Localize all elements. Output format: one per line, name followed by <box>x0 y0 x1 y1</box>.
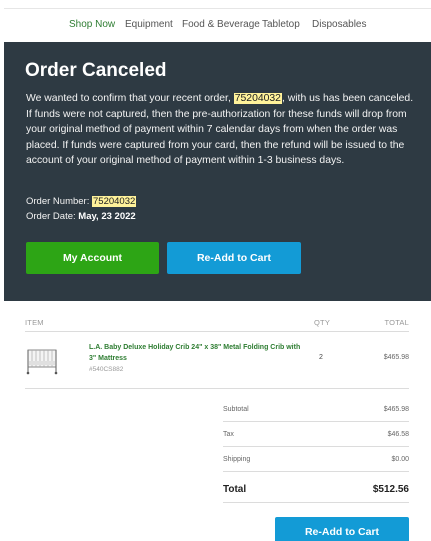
total-column-header: TOTAL <box>384 318 409 327</box>
order-number-value: 75204032 <box>92 196 137 207</box>
product-name-link[interactable]: L.A. Baby Deluxe Holiday Crib 24" x 38" … <box>89 343 307 364</box>
nav-food-beverage[interactable]: Food & Beverage <box>182 19 260 30</box>
page-title: Order Canceled <box>25 60 167 81</box>
readd-to-cart-button[interactable]: Re-Add to Cart <box>167 242 301 274</box>
footer-readd-to-cart-button[interactable]: Re-Add to Cart <box>275 517 409 541</box>
nav-tabletop[interactable]: Tabletop <box>262 19 300 30</box>
nav-equipment[interactable]: Equipment <box>125 19 173 30</box>
shipping-divider <box>223 471 409 472</box>
subtotal-label: Subtotal <box>223 406 249 413</box>
order-date-value: May, 23 2022 <box>78 211 136 222</box>
top-nav: Shop Now Equipment Food & Beverage Table… <box>0 18 431 34</box>
order-canceled-banner: Order Canceled We wanted to confirm that… <box>4 42 431 301</box>
item-column-header: ITEM <box>25 318 44 327</box>
total-label: Total <box>223 484 247 495</box>
qty-column-header: QTY <box>314 318 331 327</box>
shipping-value: $0.00 <box>391 456 409 463</box>
top-divider <box>4 8 431 9</box>
nav-disposables[interactable]: Disposables <box>312 19 366 30</box>
product-qty: 2 <box>319 354 323 361</box>
order-number-highlight: 75204032 <box>233 93 282 104</box>
nav-shop-now[interactable]: Shop Now <box>69 19 115 30</box>
items-divider <box>25 388 409 389</box>
crib-icon[interactable] <box>25 341 59 375</box>
cancel-message: We wanted to confirm that your recent or… <box>26 93 414 167</box>
total-value: $512.56 <box>372 484 409 495</box>
order-date-line: Order Date: May, 23 2022 <box>26 211 136 222</box>
tax-value: $46.58 <box>387 431 409 438</box>
tax-label: Tax <box>223 431 234 438</box>
subtotal-value: $465.98 <box>383 406 409 413</box>
product-price: $465.98 <box>383 354 409 361</box>
header-divider <box>25 331 409 332</box>
tax-divider <box>223 446 409 447</box>
my-account-button[interactable]: My Account <box>26 242 159 274</box>
shipping-label: Shipping <box>223 456 251 463</box>
total-divider <box>223 502 409 503</box>
product-sku: #540CS882 <box>89 366 124 373</box>
subtotal-divider <box>223 421 409 422</box>
order-number-line: Order Number: 75204032 <box>26 196 137 207</box>
